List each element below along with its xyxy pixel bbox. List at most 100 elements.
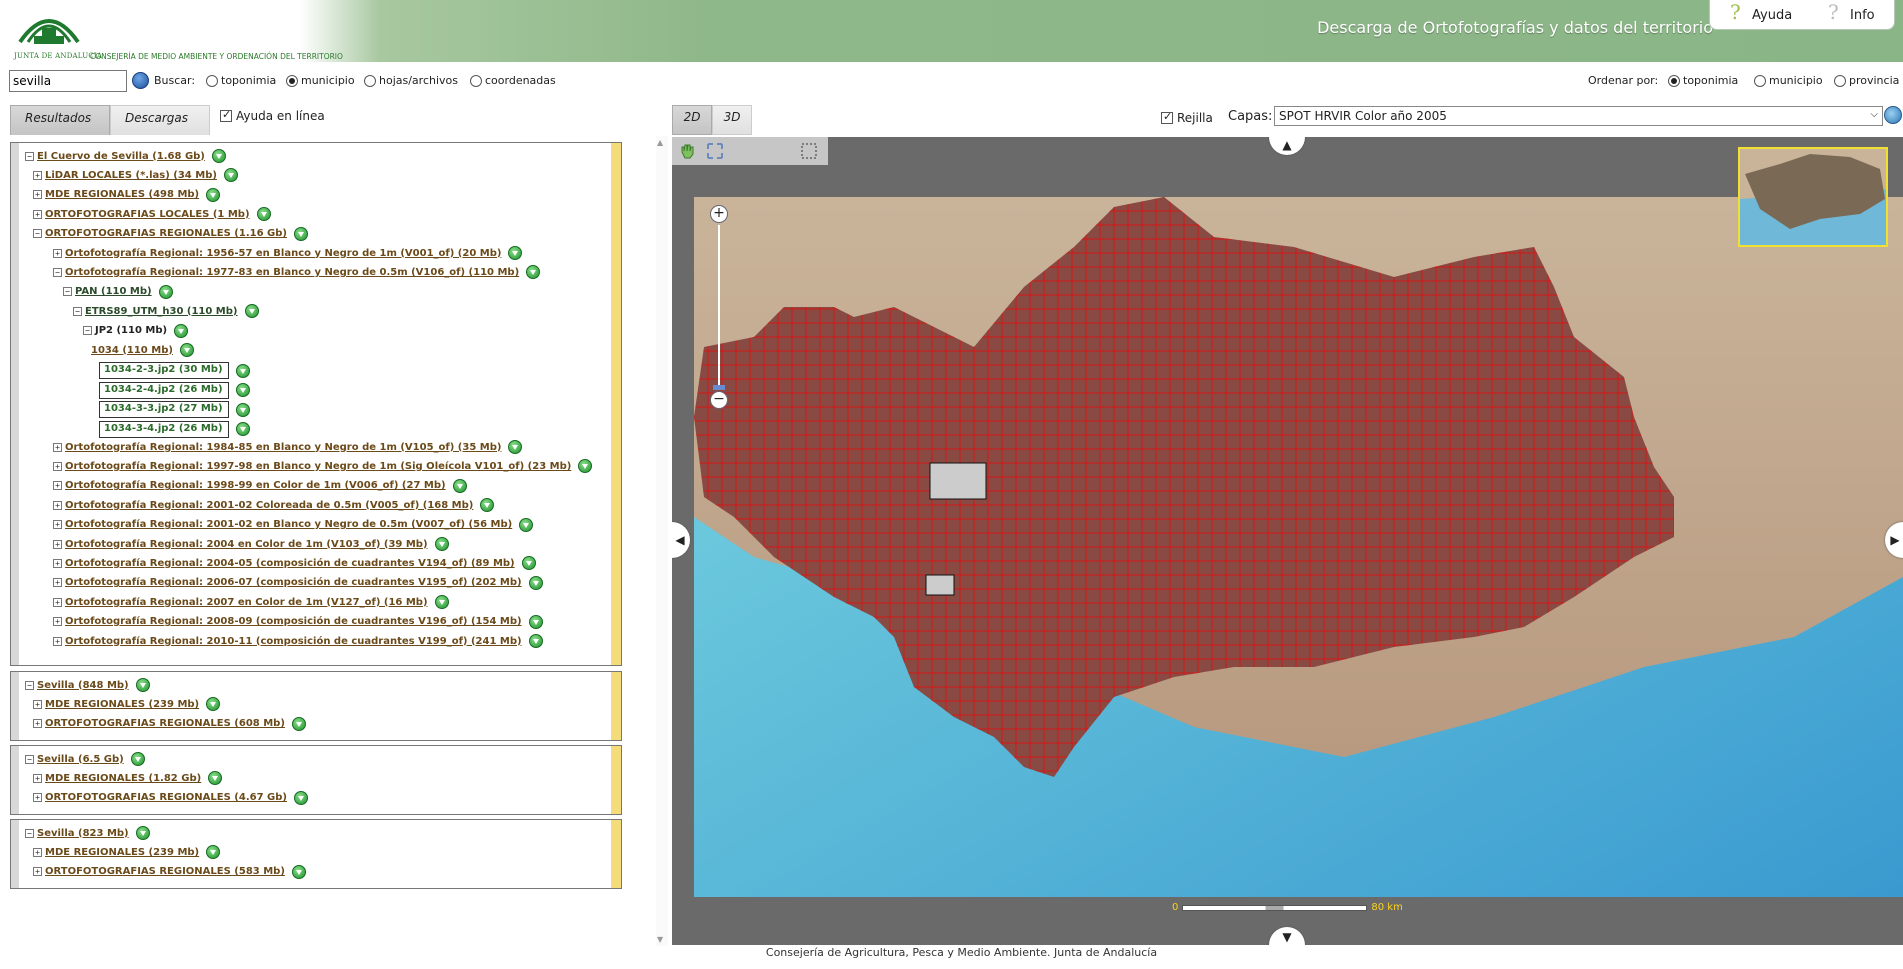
download-icon[interactable]: [452, 478, 467, 493]
download-icon[interactable]: [211, 149, 226, 163]
tree-node[interactable]: − Sevilla (848 Mb): [25, 678, 150, 692]
radio-municipio[interactable]: municipio: [286, 74, 355, 87]
map-view[interactable]: + − ▲ ◀ ▶ ▼ 0 80 km: [672, 137, 1903, 945]
file-item[interactable]: 1034-2-3.jp2 (30 Mb): [99, 362, 229, 380]
download-icon[interactable]: [291, 864, 306, 879]
expand-icon[interactable]: +: [33, 793, 42, 803]
tree-label[interactable]: 1034 (110 Mb): [91, 345, 173, 356]
collapse-icon[interactable]: −: [83, 326, 92, 336]
expand-icon[interactable]: +: [33, 170, 42, 180]
pan-left-button[interactable]: ◀: [672, 522, 690, 558]
zoom-in-button[interactable]: +: [710, 205, 728, 223]
tree-node[interactable]: + Ortofotografía Regional: 2010-11 (compo…: [53, 634, 543, 648]
download-icon[interactable]: [236, 363, 250, 378]
radio-dot[interactable]: [1754, 74, 1766, 87]
tree-label[interactable]: Ortofotografía Regional: 2001-02 Colorea…: [65, 500, 473, 511]
download-icon[interactable]: [236, 402, 250, 417]
tree-node[interactable]: + Ortofotografía Regional: 1997-98 en Bla…: [53, 459, 593, 474]
tree-label[interactable]: MDE REGIONALES (239 Mb): [45, 847, 199, 858]
radio-dot[interactable]: [286, 74, 298, 87]
map-canvas[interactable]: [694, 197, 1903, 897]
expand-icon[interactable]: +: [53, 442, 62, 452]
tree-node[interactable]: − Ortofotografía Regional: 1977-83 en Bla…: [53, 265, 541, 280]
tree-label[interactable]: Ortofotografía Regional: 1977-83 en Blan…: [65, 267, 519, 278]
download-icon[interactable]: [135, 678, 150, 692]
download-icon[interactable]: [528, 575, 543, 590]
download-icon[interactable]: [521, 556, 536, 571]
radio-coordenadas[interactable]: coordenadas: [470, 74, 556, 87]
collapse-icon[interactable]: −: [53, 267, 62, 277]
pan-down-button[interactable]: ▼: [1269, 927, 1305, 945]
tree-node[interactable]: + Ortofotografía Regional: 2008-09 (compo…: [53, 614, 543, 629]
download-icon[interactable]: [206, 187, 221, 202]
collapse-icon[interactable]: −: [33, 229, 42, 239]
order-provincia[interactable]: provincia: [1834, 74, 1899, 87]
download-icon[interactable]: [256, 207, 271, 222]
tree-node[interactable]: + Ortofotografía Regional: 2001-02 Colore…: [53, 498, 495, 513]
download-icon[interactable]: [519, 517, 534, 532]
file-item[interactable]: 1034-3-4.jp2 (26 Mb): [99, 420, 229, 438]
tree-label[interactable]: ORTOFOTOGRAFIAS REGIONALES (4.67 Gb): [45, 792, 287, 803]
expand-icon[interactable]: +: [33, 867, 42, 877]
collapse-icon[interactable]: −: [25, 680, 34, 690]
tree-label[interactable]: Ortofotografía Regional: 2006-07 (compos…: [65, 577, 522, 588]
download-icon[interactable]: [508, 440, 523, 454]
download-icon[interactable]: [236, 383, 250, 398]
download-icon[interactable]: [434, 595, 449, 610]
zoom-slider[interactable]: + −: [710, 205, 728, 409]
download-icon[interactable]: [208, 771, 223, 786]
tree-node[interactable]: + Ortofotografía Regional: 2004-05 (compo…: [53, 556, 536, 571]
expand-icon[interactable]: +: [53, 248, 62, 258]
download-icon[interactable]: [135, 826, 150, 840]
tree-node[interactable]: + Ortofotografía Regional: 1998-99 en Col…: [53, 478, 467, 493]
order-municipio[interactable]: municipio: [1754, 74, 1823, 87]
tree-node[interactable]: − ETRS89_UTM_h30 (110 Mb): [73, 304, 259, 319]
tree-label[interactable]: Ortofotografía Regional: 2007 en Color d…: [65, 597, 428, 608]
search-input[interactable]: [9, 70, 127, 92]
expand-icon[interactable]: +: [53, 578, 62, 588]
tree-label[interactable]: ORTOFOTOGRAFIAS LOCALES (1 Mb): [45, 209, 250, 220]
search-button[interactable]: [132, 72, 149, 89]
tree-label[interactable]: Ortofotografía Regional: 1997-98 en Blan…: [65, 461, 571, 472]
tree-label[interactable]: Ortofotografía Regional: 2008-09 (compos…: [65, 616, 522, 627]
tab-descargas[interactable]: Descargas: [110, 105, 210, 135]
tree-label[interactable]: Ortofotografía Regional: 2001-02 en Blan…: [65, 519, 512, 530]
tree-node[interactable]: + MDE REGIONALES (1.82 Gb): [33, 771, 223, 786]
tab-resultados[interactable]: Resultados: [10, 105, 110, 135]
expand-icon[interactable]: +: [33, 190, 42, 200]
download-icon[interactable]: [434, 537, 449, 551]
download-icon[interactable]: [578, 459, 593, 474]
download-icon[interactable]: [244, 304, 259, 319]
tree-label[interactable]: El Cuervo de Sevilla (1.68 Gb): [37, 151, 205, 162]
download-icon[interactable]: [480, 498, 495, 513]
download-icon[interactable]: [236, 422, 250, 437]
tree-label[interactable]: ORTOFOTOGRAFIAS REGIONALES (583 Mb): [45, 866, 285, 877]
expand-icon[interactable]: +: [33, 699, 42, 709]
tree-node[interactable]: + ORTOFOTOGRAFIAS REGIONALES (583 Mb): [33, 864, 306, 879]
zoom-handle[interactable]: [713, 385, 725, 390]
checkbox[interactable]: [220, 108, 232, 122]
download-icon[interactable]: [293, 790, 308, 805]
tree-label[interactable]: Ortofotografía Regional: 1956-57 en Blan…: [65, 248, 501, 259]
tab-2d[interactable]: 2D: [672, 105, 712, 135]
tree-label[interactable]: Sevilla (848 Mb): [37, 680, 129, 691]
expand-icon[interactable]: +: [33, 773, 42, 783]
box-select-icon[interactable]: [800, 142, 818, 160]
tree-label[interactable]: ORTOFOTOGRAFIAS REGIONALES (608 Mb): [45, 718, 285, 729]
collapse-icon[interactable]: −: [73, 306, 82, 316]
tree-label[interactable]: Sevilla (823 Mb): [37, 828, 129, 839]
tree-node[interactable]: − ORTOFOTOGRAFIAS REGIONALES (1.16 Gb): [33, 226, 308, 241]
download-icon[interactable]: [174, 323, 189, 338]
info-button[interactable]: ? Info: [1828, 0, 1875, 24]
download-icon[interactable]: [528, 614, 543, 629]
download-icon[interactable]: [291, 716, 306, 731]
tree-label[interactable]: Ortofotografía Regional: 2010-11 (compos…: [65, 636, 522, 647]
tree-node[interactable]: + ORTOFOTOGRAFIAS LOCALES (1 Mb): [33, 207, 271, 222]
radio-dot[interactable]: [470, 74, 482, 87]
checkbox[interactable]: [1161, 110, 1173, 124]
online-help-checkbox[interactable]: Ayuda en línea: [220, 108, 325, 123]
tree-node[interactable]: + ORTOFOTOGRAFIAS REGIONALES (4.67 Gb): [33, 790, 308, 805]
download-icon[interactable]: [526, 265, 541, 280]
expand-icon[interactable]: +: [53, 597, 62, 607]
tree-node[interactable]: − Sevilla (823 Mb): [25, 826, 150, 840]
